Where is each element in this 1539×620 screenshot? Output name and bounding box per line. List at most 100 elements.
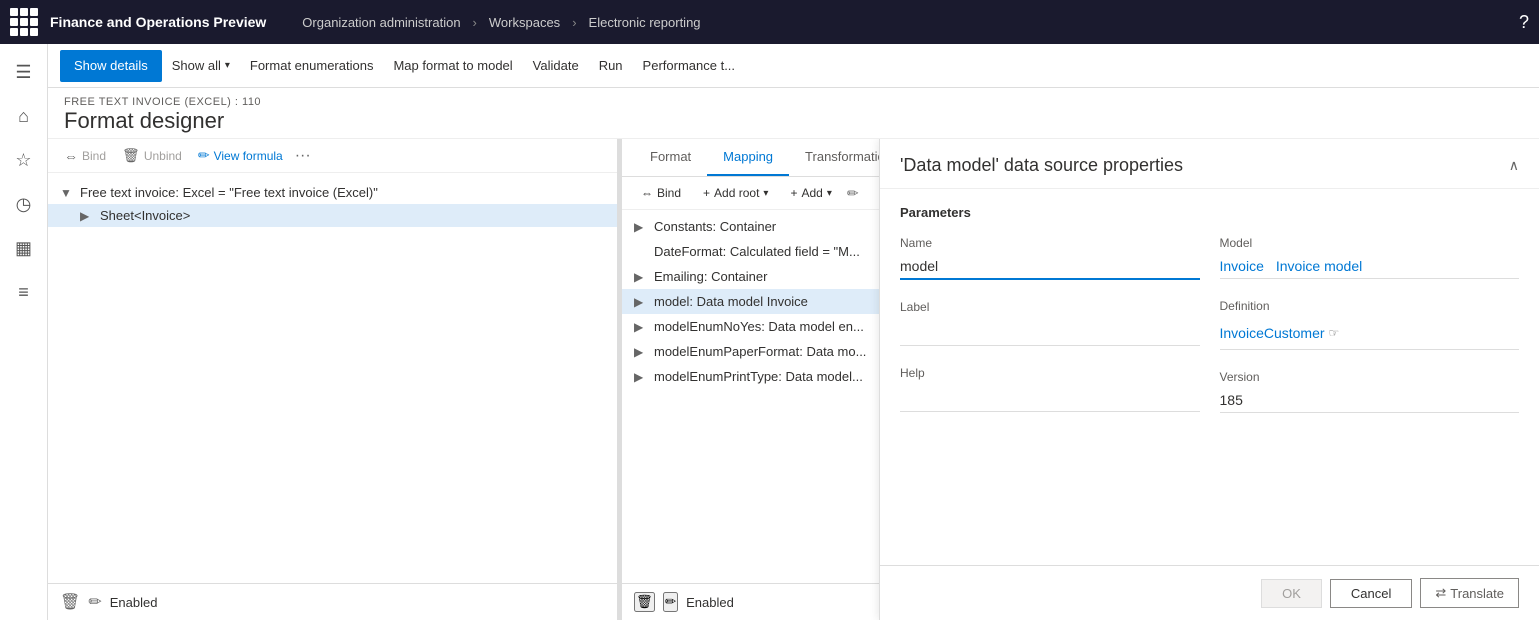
content-area: Show details Show all ▾ Format enumerati… xyxy=(48,44,1539,620)
tab-format[interactable]: Format xyxy=(634,139,707,176)
help-field: Help xyxy=(900,366,1200,412)
mapping-content: ⇔ Bind + Add root ▾ + Add ▾ xyxy=(622,177,879,620)
sidebar-item-menu[interactable]: ☰ xyxy=(4,52,44,92)
ok-button[interactable]: OK xyxy=(1261,579,1322,608)
toggle-icon-sheet: ▶ xyxy=(80,209,96,223)
add-root-icon: + xyxy=(703,186,710,200)
sidebar: ☰ ⌂ ☆ ◷ ▦ ≡ xyxy=(0,44,48,620)
toggle-emailing-icon: ▶ xyxy=(634,270,650,284)
toggle-icon-root: ▼ xyxy=(60,186,76,200)
label-value xyxy=(900,318,1200,346)
add-root-button[interactable]: + Add root ▾ xyxy=(696,183,775,203)
enabled-label: Enabled xyxy=(110,595,158,610)
breadcrumb-workspaces[interactable]: Workspaces xyxy=(489,15,560,30)
bind-icon: ⇔ xyxy=(64,148,78,164)
definition-label: Definition xyxy=(1220,299,1520,313)
right-panel-header: 'Data model' data source properties ∧ xyxy=(880,139,1539,189)
add-icon: + xyxy=(790,186,797,200)
designer-title: Format designer xyxy=(64,108,1523,134)
show-details-button[interactable]: Show details xyxy=(60,50,162,82)
breadcrumb: Organization administration › Workspaces… xyxy=(296,15,706,30)
sidebar-item-list[interactable]: ≡ xyxy=(4,272,44,312)
top-nav: Finance and Operations Preview Organizat… xyxy=(0,0,1539,44)
show-all-button[interactable]: Show all ▾ xyxy=(162,50,240,82)
mapping-item-model[interactable]: ▶ model: Data model Invoice xyxy=(622,289,879,314)
format-enumerations-button[interactable]: Format enumerations xyxy=(240,50,384,82)
mapping-edit-icon[interactable]: ✏ xyxy=(847,185,859,202)
format-actions: ⇔ Bind 🗑 Unbind ✏ View formula ··· xyxy=(48,139,617,173)
mapping-bind-button[interactable]: ⇔ Bind xyxy=(634,183,688,203)
add-button[interactable]: + Add ▾ xyxy=(783,183,838,203)
mapping-delete-icon[interactable]: 🗑 xyxy=(634,592,655,612)
mapping-item-modelenumnoyes[interactable]: ▶ modelEnumNoYes: Data model en... xyxy=(622,314,879,339)
mapping-item-constants[interactable]: ▶ Constants: Container xyxy=(622,214,879,239)
collapse-panel-button[interactable]: ∧ xyxy=(1509,157,1519,174)
invoice-link[interactable]: Invoice xyxy=(1220,258,1264,274)
toggle-modelenumprinttype-icon: ▶ xyxy=(634,370,650,384)
app-grid-icon[interactable] xyxy=(10,8,38,36)
edit-icon[interactable]: ✏ xyxy=(88,592,101,612)
help-value xyxy=(900,384,1200,412)
breadcrumb-reporting[interactable]: Electronic reporting xyxy=(589,15,701,30)
validate-button[interactable]: Validate xyxy=(523,50,589,82)
mapping-item-emailing[interactable]: ▶ Emailing: Container xyxy=(622,264,879,289)
breadcrumb-org[interactable]: Organization administration xyxy=(302,15,460,30)
translate-button[interactable]: ⇄ Translate xyxy=(1420,578,1519,608)
designer-subtitle: FREE TEXT INVOICE (EXCEL) : 110 xyxy=(64,96,1523,108)
sidebar-item-calendar[interactable]: ▦ xyxy=(4,228,44,268)
toggle-model-icon: ▶ xyxy=(634,295,650,309)
model-label: Model xyxy=(1220,236,1520,250)
name-label: Name xyxy=(900,236,1200,250)
name-input[interactable] xyxy=(900,254,1200,280)
delete-icon[interactable]: 🗑 xyxy=(60,592,80,612)
help-label: Help xyxy=(900,366,1200,380)
mapping-item-modelenumpaperformat[interactable]: ▶ modelEnumPaperFormat: Data mo... xyxy=(622,339,879,364)
more-options-icon[interactable]: ··· xyxy=(295,147,311,165)
model-section: Model Invoice Invoice model xyxy=(1220,236,1520,279)
mapping-toolbar: ⇔ Bind + Add root ▾ + Add ▾ xyxy=(622,177,879,210)
mapping-bind-icon: ⇔ xyxy=(641,186,653,200)
view-formula-button[interactable]: ✏ View formula xyxy=(194,145,287,166)
version-label: Version xyxy=(1220,370,1520,384)
mapping-item-modelenumprinttype[interactable]: ▶ modelEnumPrintType: Data model... xyxy=(622,364,879,389)
toggle-modelenumnoyes-icon: ▶ xyxy=(634,320,650,334)
tab-mapping[interactable]: Mapping xyxy=(707,139,789,176)
toolbar: Show details Show all ▾ Format enumerati… xyxy=(48,44,1539,88)
tree-item-sheet[interactable]: ▶ Sheet<Invoice> xyxy=(48,204,617,227)
help-icon[interactable]: ? xyxy=(1519,12,1529,33)
mapping-panel: Format Mapping Transformation ⇔ Bind + A… xyxy=(622,139,879,620)
mapping-enabled-label: Enabled xyxy=(686,595,734,610)
model-links: Invoice Invoice model xyxy=(1220,254,1520,279)
definition-link[interactable]: InvoiceCustomer xyxy=(1220,321,1325,345)
breadcrumb-sep2: › xyxy=(572,15,576,30)
params-grid: Name Label Help xyxy=(900,236,1519,413)
sidebar-item-clock[interactable]: ◷ xyxy=(4,184,44,224)
mapping-item-dateformat[interactable]: DateFormat: Calculated field = "M... xyxy=(622,239,879,264)
map-format-to-model-button[interactable]: Map format to model xyxy=(383,50,522,82)
cursor-icon: ☞ xyxy=(1329,326,1340,340)
version-field: Version 185 xyxy=(1220,370,1520,413)
run-button[interactable]: Run xyxy=(589,50,633,82)
tree-item-root[interactable]: ▼ Free text invoice: Excel = "Free text … xyxy=(48,181,617,204)
cancel-button[interactable]: Cancel xyxy=(1330,579,1412,608)
unbind-icon: 🗑 xyxy=(122,147,140,164)
parameters-label: Parameters xyxy=(900,205,1519,220)
format-panel: ⇔ Bind 🗑 Unbind ✏ View formula ··· xyxy=(48,139,618,620)
bind-button[interactable]: ⇔ Bind xyxy=(60,146,110,166)
invoice-model-link[interactable]: Invoice model xyxy=(1276,258,1362,274)
mapping-edit-footer-icon[interactable]: ✏ xyxy=(663,592,678,612)
unbind-button[interactable]: 🗑 Unbind xyxy=(118,145,186,166)
format-tree: ▼ Free text invoice: Excel = "Free text … xyxy=(48,173,617,583)
add-root-chevron-icon: ▾ xyxy=(763,188,768,199)
right-panel: 'Data model' data source properties ∧ Pa… xyxy=(879,139,1539,620)
mapping-tree: ▶ Constants: Container DateFormat: Calcu… xyxy=(622,210,879,583)
app-title: Finance and Operations Preview xyxy=(50,14,266,30)
designer-header: FREE TEXT INVOICE (EXCEL) : 110 Format d… xyxy=(48,88,1539,139)
mapping-footer: 🗑 ✏ Enabled xyxy=(622,583,879,620)
tab-transformation[interactable]: Transformation xyxy=(789,139,879,176)
sidebar-item-star[interactable]: ☆ xyxy=(4,140,44,180)
breadcrumb-sep1: › xyxy=(473,15,477,30)
performance-button[interactable]: Performance t... xyxy=(633,50,745,82)
format-footer: 🗑 ✏ Enabled xyxy=(48,583,617,620)
sidebar-item-home[interactable]: ⌂ xyxy=(4,96,44,136)
